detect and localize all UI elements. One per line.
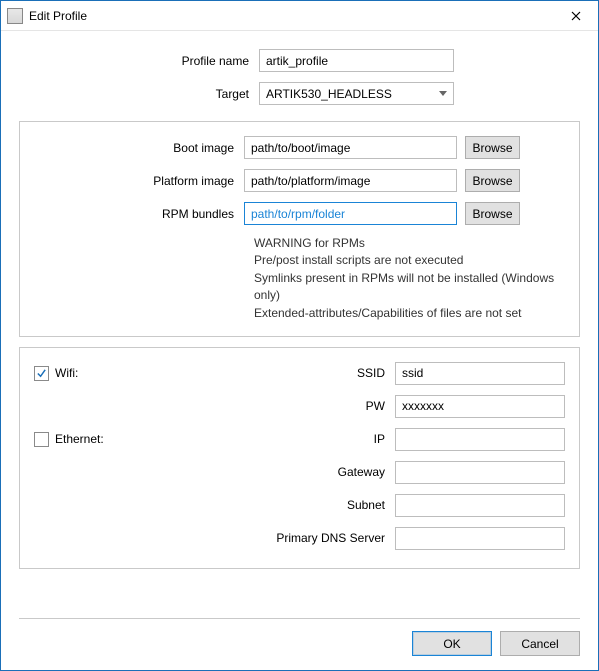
wifi-label: Wifi:	[55, 366, 78, 380]
dialog-footer: OK Cancel	[19, 618, 580, 670]
platform-image-input[interactable]	[244, 169, 457, 192]
ssid-label: SSID	[244, 366, 395, 380]
rpm-bundles-label: RPM bundles	[34, 207, 244, 221]
ssid-input[interactable]	[395, 362, 565, 385]
images-group: Boot image Browse Platform image Browse …	[19, 121, 580, 337]
window-title: Edit Profile	[29, 9, 553, 23]
subnet-row: Subnet	[34, 494, 565, 517]
rpm-warning: WARNING for RPMs Pre/post install script…	[254, 235, 565, 322]
platform-image-label: Platform image	[34, 174, 244, 188]
close-icon	[571, 11, 581, 21]
check-icon	[36, 368, 47, 379]
chevron-down-icon	[439, 91, 447, 96]
target-row: Target ARTIK530_HEADLESS	[19, 82, 580, 105]
target-label: Target	[19, 87, 259, 101]
close-button[interactable]	[553, 1, 598, 30]
ip-input[interactable]	[395, 428, 565, 451]
pw-input[interactable]	[395, 395, 565, 418]
wifi-ssid-row: Wifi: SSID	[34, 362, 565, 385]
profile-name-label: Profile name	[19, 54, 259, 68]
target-value: ARTIK530_HEADLESS	[266, 87, 439, 101]
ip-label: IP	[244, 432, 395, 446]
rpm-warning-line2: Symlinks present in RPMs will not be ins…	[254, 270, 565, 305]
pw-label: PW	[244, 399, 395, 413]
dns-label: Primary DNS Server	[244, 531, 395, 545]
dns-input[interactable]	[395, 527, 565, 550]
profile-name-input[interactable]	[259, 49, 454, 72]
app-icon	[7, 8, 23, 24]
rpm-bundles-row: RPM bundles Browse	[34, 202, 565, 225]
gateway-label: Gateway	[244, 465, 395, 479]
gateway-row: Gateway	[34, 461, 565, 484]
rpm-warning-heading: WARNING for RPMs	[254, 235, 565, 252]
boot-image-label: Boot image	[34, 141, 244, 155]
subnet-label: Subnet	[244, 498, 395, 512]
gateway-input[interactable]	[395, 461, 565, 484]
dns-row: Primary DNS Server	[34, 527, 565, 550]
rpm-browse-button[interactable]: Browse	[465, 202, 520, 225]
ok-button[interactable]: OK	[412, 631, 492, 656]
network-group: Wifi: SSID PW Ethernet: IP	[19, 347, 580, 569]
rpm-warning-line1: Pre/post install scripts are not execute…	[254, 252, 565, 269]
profile-name-row: Profile name	[19, 49, 580, 72]
platform-browse-button[interactable]: Browse	[465, 169, 520, 192]
edit-profile-dialog: Edit Profile Profile name Target ARTIK53…	[0, 0, 599, 671]
subnet-input[interactable]	[395, 494, 565, 517]
ethernet-ip-row: Ethernet: IP	[34, 428, 565, 451]
cancel-button[interactable]: Cancel	[500, 631, 580, 656]
ethernet-checkbox[interactable]	[34, 432, 49, 447]
content-area: Profile name Target ARTIK530_HEADLESS Bo…	[1, 31, 598, 608]
target-select[interactable]: ARTIK530_HEADLESS	[259, 82, 454, 105]
boot-image-row: Boot image Browse	[34, 136, 565, 159]
rpm-warning-line3: Extended-attributes/Capabilities of file…	[254, 305, 565, 322]
boot-image-input[interactable]	[244, 136, 457, 159]
ethernet-label: Ethernet:	[55, 432, 104, 446]
platform-image-row: Platform image Browse	[34, 169, 565, 192]
wifi-checkbox[interactable]	[34, 366, 49, 381]
rpm-bundles-input[interactable]	[244, 202, 457, 225]
boot-browse-button[interactable]: Browse	[465, 136, 520, 159]
wifi-pw-row: PW	[34, 395, 565, 418]
titlebar: Edit Profile	[1, 1, 598, 31]
